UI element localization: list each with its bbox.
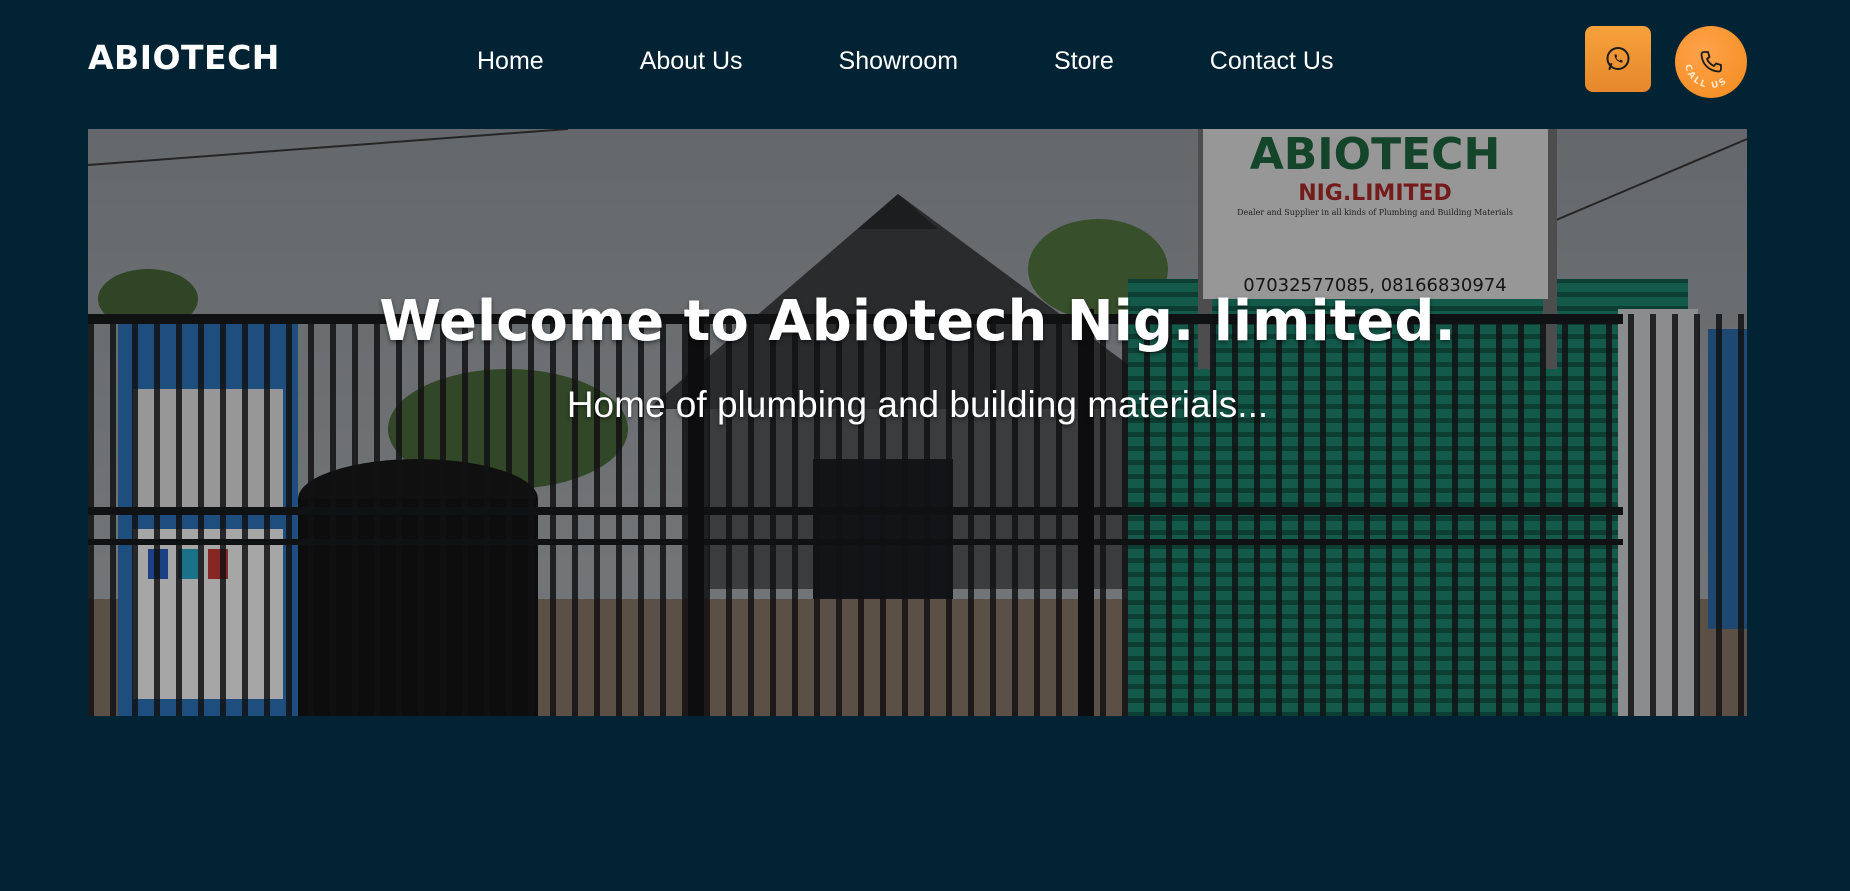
nav-contact-us[interactable]: Contact Us [1210, 44, 1334, 78]
hero-title: Welcome to Abiotech Nig. limited. [379, 289, 1456, 354]
nav-home[interactable]: Home [477, 44, 544, 78]
phone-icon [1700, 51, 1722, 73]
whatsapp-icon [1606, 47, 1630, 70]
hero-subtitle: Home of plumbing and building materials.… [566, 384, 1269, 425]
main-nav: Home About Us Showroom Store Contact Us [477, 44, 1333, 78]
header: ABIOTECH Home About Us Showroom Store Co… [0, 0, 1850, 124]
page: ABIOTECH Home About Us Showroom Store Co… [0, 0, 1850, 891]
call-us-button[interactable]: CALL US [1675, 26, 1747, 98]
whatsapp-button[interactable] [1585, 26, 1651, 92]
nav-showroom[interactable]: Showroom [839, 44, 959, 78]
hero-banner: ABIOTECH NIG.LIMITED Dealer and Supplier… [88, 129, 1747, 716]
site-logo[interactable]: ABIOTECH [88, 38, 280, 77]
nav-store[interactable]: Store [1054, 44, 1114, 78]
nav-about-us[interactable]: About Us [640, 44, 743, 78]
